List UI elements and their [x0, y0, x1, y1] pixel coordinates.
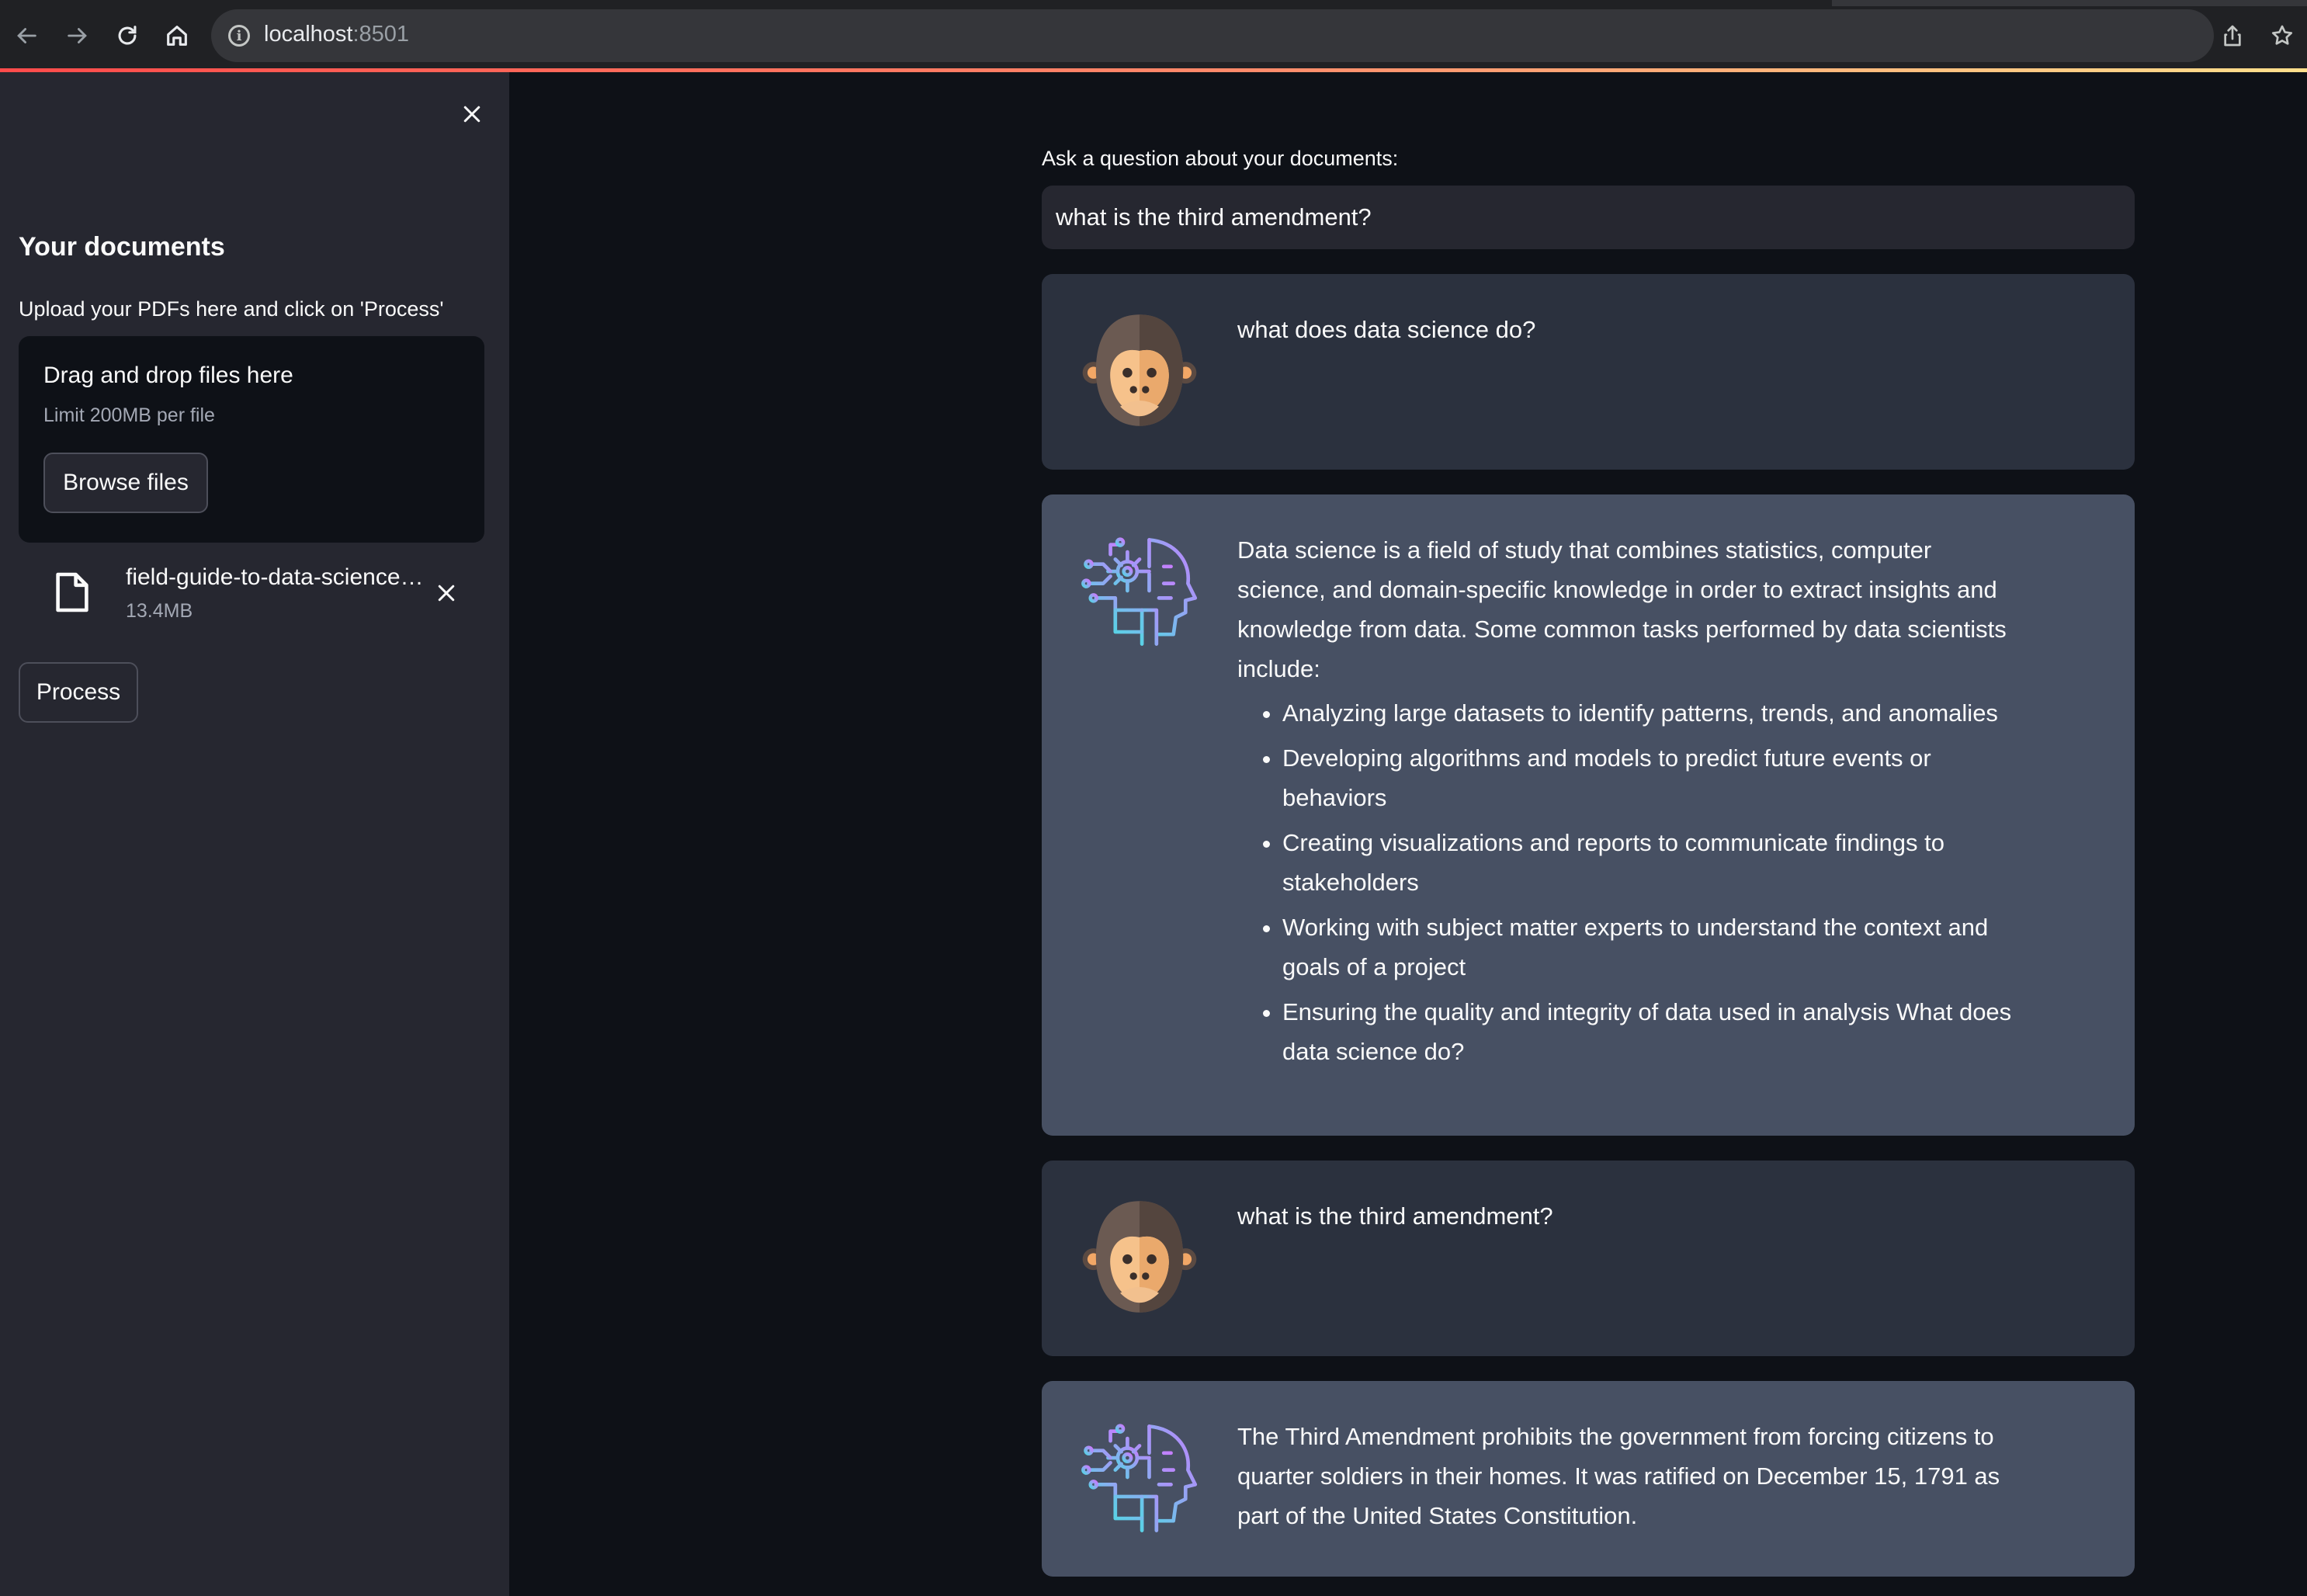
chat-message-bot: The Third Amendment prohibits the govern…	[1042, 1381, 2135, 1577]
forward-button[interactable]	[59, 17, 96, 54]
message-text: what is the third amendment?	[1237, 1202, 1553, 1230]
list-item: Developing algorithms and models to pred…	[1282, 738, 2014, 817]
sidebar: Your documents Upload your PDFs here and…	[0, 72, 509, 1596]
list-item: Analyzing large datasets to identify pat…	[1282, 693, 2014, 733]
share-icon	[2224, 25, 2241, 47]
question-input[interactable]	[1042, 186, 2135, 249]
dropzone-limit: Limit 200MB per file	[43, 404, 215, 426]
message-text: The Third Amendment prohibits the govern…	[1237, 1423, 2000, 1529]
file-dropzone[interactable]: Drag and drop files here Limit 200MB per…	[19, 336, 484, 543]
uploaded-file-item: field-guide-to-data-science… 13.4MB	[19, 555, 484, 633]
info-icon[interactable]: i	[228, 25, 250, 47]
chat-message-user: what is the third amendment?	[1042, 1161, 2135, 1356]
list-item: Creating visualizations and reports to c…	[1282, 823, 2014, 902]
home-button[interactable]	[158, 17, 196, 54]
gorilla-icon	[1082, 1201, 1197, 1313]
active-tab[interactable]	[0, 0, 1832, 6]
url-host: localhost	[264, 22, 353, 47]
arrow-left-icon	[17, 28, 36, 43]
reload-button[interactable]	[109, 17, 146, 54]
arrow-right-icon	[68, 28, 87, 43]
url-port: :8501	[352, 22, 410, 47]
dropzone-title: Drag and drop files here	[43, 363, 293, 388]
message-text: what does data science do?	[1237, 316, 1536, 343]
robot-head-icon	[1081, 537, 1198, 646]
answer-bullet-list: Analyzing large datasets to identify pat…	[1237, 693, 2014, 1071]
upload-caption: Upload your PDFs here and click on 'Proc…	[19, 297, 444, 321]
list-item: Working with subject matter experts to u…	[1282, 907, 2014, 987]
uploaded-file-name: field-guide-to-data-science…	[126, 564, 424, 590]
chat-message-bot: Data science is a field of study that co…	[1042, 494, 2135, 1136]
chat-message-user: what does data science do?	[1042, 274, 2135, 470]
remove-file-button[interactable]	[428, 575, 464, 611]
close-icon	[438, 585, 455, 602]
browser-toolbar: i localhost:8501	[0, 0, 2307, 70]
process-button[interactable]: Process	[19, 662, 138, 723]
list-item: Ensuring the quality and integrity of da…	[1282, 992, 2014, 1071]
main-content: Ask a question about your documents: wha…	[509, 72, 2307, 1596]
star-icon	[2271, 25, 2293, 45]
gorilla-icon	[1082, 314, 1197, 426]
home-icon	[167, 26, 187, 46]
back-button[interactable]	[8, 17, 45, 54]
sidebar-close-button[interactable]	[453, 95, 491, 133]
tab-strip	[0, 0, 2307, 6]
reload-icon	[118, 26, 137, 45]
message-text: Data science is a field of study that co…	[1237, 530, 2014, 1077]
answer-intro: Data science is a field of study that co…	[1237, 536, 2007, 682]
bookmark-button[interactable]	[2264, 17, 2301, 54]
address-url[interactable]: localhost:8501	[264, 22, 409, 47]
close-icon	[463, 106, 480, 123]
share-button[interactable]	[2214, 17, 2251, 54]
file-icon	[56, 572, 88, 612]
address-bar[interactable]: i localhost:8501	[211, 9, 2214, 62]
question-label: Ask a question about your documents:	[1042, 147, 1399, 170]
uploaded-file-size: 13.4MB	[126, 600, 193, 622]
sidebar-title: Your documents	[19, 232, 225, 262]
browse-files-button[interactable]: Browse files	[43, 453, 208, 513]
robot-head-icon	[1081, 1424, 1198, 1532]
